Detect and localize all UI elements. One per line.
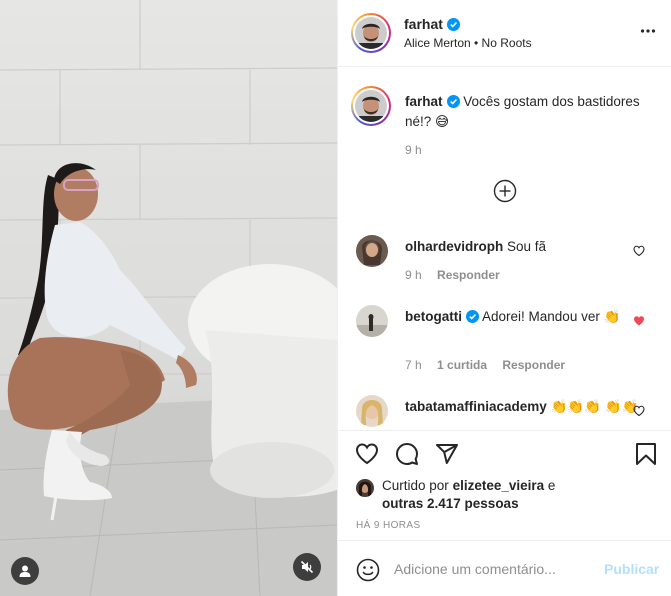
- caption: farhat Vocês gostam dos bastidores né!? …: [338, 68, 671, 168]
- comment-meta: 7 h 1 curtida Responder: [405, 358, 577, 372]
- bookmark-icon[interactable]: [635, 442, 657, 466]
- comment-likes[interactable]: 1 curtida: [437, 358, 487, 372]
- caption-time[interactable]: 9 h: [405, 143, 422, 157]
- comment-time[interactable]: 9 h: [405, 268, 422, 282]
- comment-item: olhardevidroph Sou fã 9 h Responder: [338, 235, 671, 295]
- liked-prefix: Curtido por: [382, 478, 449, 493]
- commenter-avatar[interactable]: [356, 395, 388, 427]
- author-avatar-image: [355, 17, 387, 49]
- heart-icon[interactable]: [355, 442, 379, 466]
- comment-username[interactable]: olhardevidroph: [405, 239, 503, 254]
- comment-item: betogatti Adorei! Mandou ver 👏 7 h 1 cur…: [338, 305, 671, 385]
- post-timestamp[interactable]: HÁ 9 HORAS: [356, 520, 421, 531]
- post-header: farhat Alice Merton • No Roots: [338, 0, 671, 67]
- tagged-users-button[interactable]: [11, 557, 39, 585]
- mute-toggle-button[interactable]: [293, 553, 321, 581]
- verified-badge-icon: [446, 18, 460, 31]
- commenter-avatar[interactable]: [356, 305, 388, 337]
- more-options-icon[interactable]: [640, 23, 656, 39]
- comment-body: Adorei! Mandou ver 👏: [482, 309, 621, 324]
- likes-count-link[interactable]: outras 2.417 pessoas: [382, 496, 519, 511]
- post-media[interactable]: [0, 0, 337, 596]
- heart-icon[interactable]: [633, 405, 645, 417]
- paper-plane-icon[interactable]: [435, 442, 459, 466]
- caption-text: farhat Vocês gostam dos bastidores né!? …: [405, 92, 641, 132]
- author-username[interactable]: farhat: [404, 16, 460, 32]
- comment-input[interactable]: [394, 558, 594, 580]
- plus-circle-icon[interactable]: [493, 179, 517, 203]
- comment-time[interactable]: 7 h: [405, 358, 422, 372]
- caption-avatar-image: [355, 90, 387, 122]
- muted-speaker-icon: [300, 560, 314, 574]
- liker-avatar[interactable]: [356, 479, 374, 497]
- liked-joiner: e: [547, 478, 556, 493]
- smiley-icon[interactable]: [356, 558, 380, 582]
- heart-filled-icon[interactable]: [633, 315, 645, 327]
- comment-bubble-icon[interactable]: [395, 442, 419, 466]
- post-actions: Curtido por elizetee_vieira e outras 2.4…: [338, 430, 671, 538]
- comments-list[interactable]: farhat Vocês gostam dos bastidores né!? …: [338, 68, 671, 430]
- caption-meta: 9 h: [405, 143, 434, 157]
- music-label[interactable]: Alice Merton • No Roots: [404, 36, 532, 50]
- user-tag-icon: [19, 565, 31, 577]
- comment-body: Sou fã: [507, 239, 547, 254]
- liker-username[interactable]: elizetee_vieira: [453, 478, 545, 493]
- commenter-avatar[interactable]: [356, 235, 388, 267]
- comment-item: tabatamaffiniacademy 👏👏👏 👏👏: [338, 395, 671, 430]
- post-side-panel: farhat Alice Merton • No Roots farhat Vo…: [337, 0, 671, 596]
- comment-meta: 9 h Responder: [405, 268, 512, 282]
- caption-username[interactable]: farhat: [405, 94, 443, 109]
- comment-composer: Publicar: [338, 540, 671, 596]
- comment-username[interactable]: tabatamaffiniacademy: [405, 399, 547, 414]
- post-photo: [0, 0, 337, 596]
- verified-badge-icon: [446, 95, 460, 108]
- reply-button[interactable]: Responder: [437, 268, 500, 282]
- reply-button[interactable]: Responder: [502, 358, 565, 372]
- publish-button[interactable]: Publicar: [604, 561, 659, 577]
- heart-icon[interactable]: [633, 245, 645, 257]
- author-avatar[interactable]: [351, 13, 391, 53]
- comment-username[interactable]: betogatti: [405, 309, 462, 324]
- caption-avatar[interactable]: [351, 86, 391, 126]
- verified-badge-icon: [466, 310, 479, 323]
- comment-body: 👏👏👏 👏👏: [550, 399, 639, 414]
